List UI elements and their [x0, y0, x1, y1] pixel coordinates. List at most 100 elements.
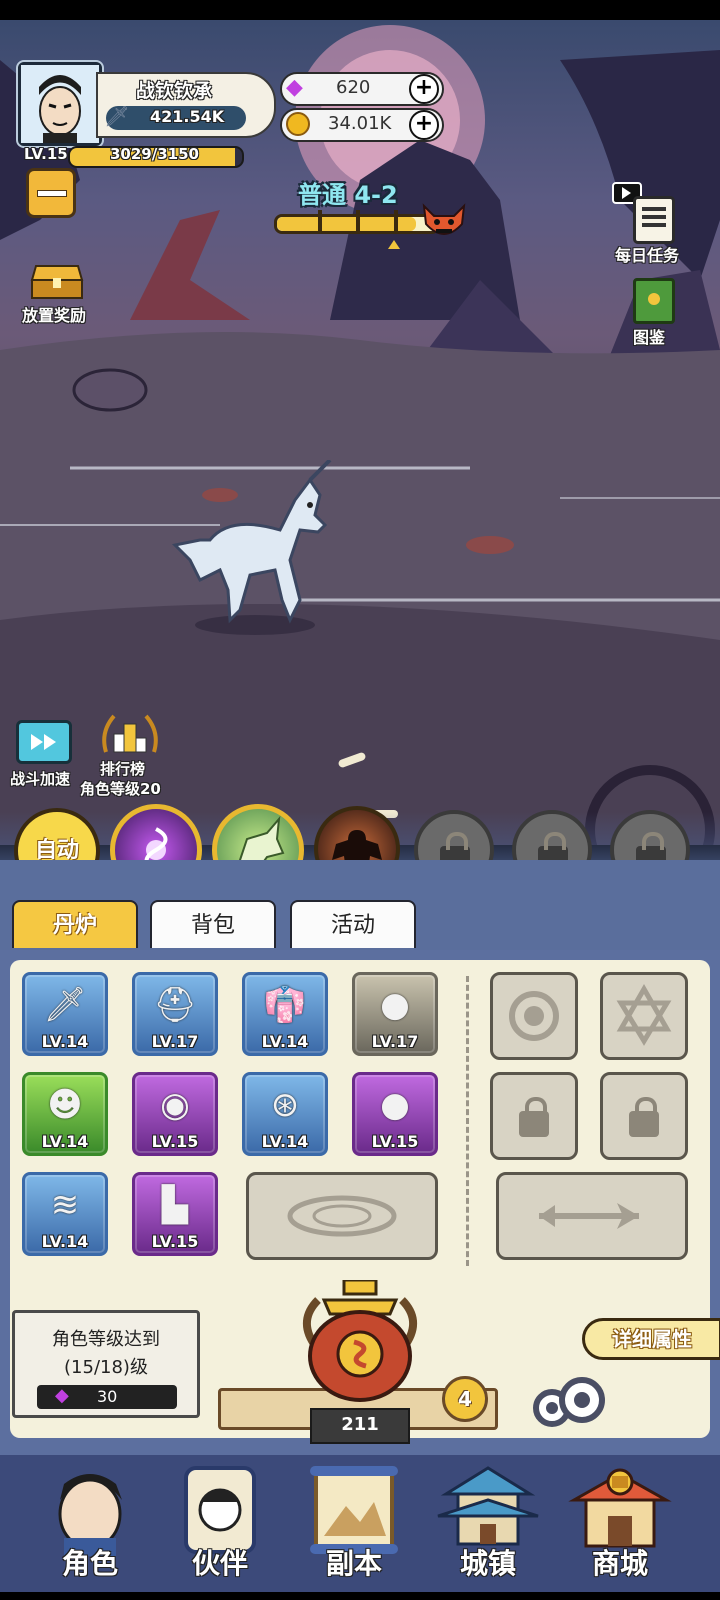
equipment-slot[interactable]: ⛑ LV.17 — [132, 972, 218, 1056]
nav-dungeon-label: 副本 — [325, 1547, 382, 1580]
equipment-level: LV.14 — [261, 1132, 309, 1151]
monster-pet-icon: ☻ — [47, 1085, 83, 1125]
nav-dungeon[interactable]: 副本 — [294, 1460, 414, 1590]
player-face-icon — [21, 65, 99, 143]
wave-marker-2 — [356, 210, 360, 234]
nav-shop[interactable]: 商城 — [560, 1460, 680, 1590]
weapon-artifact-slot[interactable] — [496, 1172, 688, 1260]
add-gold-button[interactable]: + — [409, 110, 439, 140]
codex-book-icon — [633, 278, 675, 324]
gem-counter: ◆ 620 + — [280, 72, 444, 106]
ranking-button[interactable]: 排行榜 角色等级20 — [80, 712, 182, 802]
equipment-slot[interactable]: ● LV.17 — [352, 972, 438, 1056]
stage-label: 普通 4-2 — [298, 181, 398, 209]
nav-partner[interactable]: 伙伴 — [160, 1460, 280, 1590]
swirl-orb-icon: ◉ — [160, 1085, 190, 1125]
robe-icon: 👘 — [263, 985, 307, 1025]
fast-forward-icon — [16, 720, 72, 764]
lock-icon — [519, 1097, 549, 1137]
player-name: 战钦钦承 — [136, 80, 213, 102]
helmet-icon: ⛑ — [153, 985, 197, 1025]
equipment-level: LV.14 — [41, 1232, 89, 1251]
idle-reward-label: 放置奖励 — [22, 306, 87, 325]
detail-attributes-button[interactable]: 详细属性 — [582, 1318, 720, 1360]
player-level: LV.15 — [24, 145, 68, 163]
grid-divider — [466, 976, 469, 1266]
amulet-icon: ⊛ — [270, 1085, 300, 1125]
boss-demon-icon — [422, 203, 466, 235]
magic-circle-icon — [287, 1195, 397, 1237]
player-avatar[interactable] — [18, 62, 102, 146]
daily-tasks-label: 每日任务 — [615, 246, 680, 265]
equipment-slot[interactable]: ≋ LV.14 — [22, 1172, 108, 1256]
ranking-requirement: 角色等级20 — [80, 780, 161, 798]
equipment-level: LV.17 — [371, 1032, 419, 1051]
settings-gears-icon[interactable] — [526, 1374, 610, 1432]
locked-slot-2[interactable] — [600, 1072, 688, 1160]
nav-town-label: 城镇 — [459, 1547, 516, 1580]
collapse-button[interactable] — [26, 168, 76, 218]
tab-furnace[interactable]: 丹炉 — [12, 900, 138, 948]
equipment-slot[interactable]: 🗡 LV.14 — [22, 972, 108, 1056]
equipment-level: LV.15 — [151, 1132, 199, 1151]
player-name-panel: 战钦钦承 🗡 421.54K — [96, 72, 276, 138]
battle-speed-button[interactable]: 战斗加速 — [10, 720, 82, 788]
player-power: 421.54K — [150, 107, 225, 126]
accessory-slot-ring[interactable] — [490, 972, 578, 1060]
wave-marker-3 — [394, 210, 398, 234]
accessory-slot-star[interactable] — [600, 972, 688, 1060]
sword-icon: 🗡 — [43, 985, 87, 1025]
gold-coin-icon — [286, 112, 310, 136]
gold-amount: 34.01K — [328, 113, 392, 134]
equipment-level: LV.14 — [41, 1032, 89, 1051]
fire-orb-icon: ● — [380, 1085, 410, 1125]
lock-icon — [629, 1097, 659, 1137]
belt-icon: ≋ — [50, 1185, 80, 1225]
daily-tasks-button[interactable]: 每日任务 — [615, 196, 705, 266]
hexagram-icon — [616, 983, 672, 1046]
gem-icon: ◆ — [55, 1385, 69, 1406]
equipment-slot[interactable]: ⊛ LV.14 — [242, 1072, 328, 1156]
trident-spear-icon — [539, 1203, 639, 1229]
furnace-count: 211 — [310, 1408, 410, 1444]
furnace-level-badge: 4 — [442, 1376, 488, 1422]
tab-bag[interactable]: 背包 — [150, 900, 276, 948]
exp-text: 3029/3150 — [110, 145, 199, 163]
idle-reward-button[interactable]: 放置奖励 — [20, 258, 94, 328]
wave-marker-1 — [318, 210, 322, 234]
equipment-level: LV.15 — [151, 1232, 199, 1251]
gem-cost: 30 — [97, 1387, 118, 1406]
podium-laurel-icon — [102, 714, 158, 753]
ring-outline-icon — [509, 991, 559, 1041]
equipment-slot[interactable]: ▙ LV.15 — [132, 1172, 218, 1256]
skull-coin-icon: ● — [380, 985, 410, 1025]
equipment-slot[interactable]: ● LV.15 — [352, 1072, 438, 1156]
gem-amount: 620 — [336, 77, 371, 98]
alchemy-furnace-icon[interactable] — [278, 1280, 442, 1410]
codex-label: 图鉴 — [633, 328, 666, 347]
nav-character[interactable]: 角色 — [30, 1460, 150, 1590]
equipment-slot[interactable]: 👘 LV.14 — [242, 972, 328, 1056]
treasure-chest-icon — [30, 265, 84, 299]
codex-button[interactable]: 图鉴 — [625, 278, 685, 348]
nav-town[interactable]: 城镇 — [428, 1460, 548, 1590]
tab-activity[interactable]: 活动 — [290, 900, 416, 948]
nav-shop-label: 商城 — [591, 1547, 648, 1580]
equipment-slot[interactable]: ◉ LV.15 — [132, 1072, 218, 1156]
equipment-level: LV.17 — [151, 1032, 199, 1051]
gold-counter: 34.01K + — [280, 108, 444, 142]
equipment-level: LV.14 — [41, 1132, 89, 1151]
locked-slot-1[interactable] — [490, 1072, 578, 1160]
minus-icon — [37, 190, 67, 197]
battle-speed-label: 战斗加速 — [10, 770, 71, 788]
add-gems-button[interactable]: + — [409, 74, 439, 104]
bottom-edge — [0, 1592, 720, 1600]
gem-cost-bar: ◆ 30 — [37, 1385, 177, 1409]
nav-partner-label: 伙伴 — [191, 1547, 248, 1580]
unlock-text-line1: 角色等级达到 — [52, 1329, 160, 1350]
formation-slot[interactable] — [246, 1172, 438, 1260]
unlock-requirement-card: 角色等级达到 (15/18)级 ◆ 30 — [12, 1310, 200, 1418]
equipment-slot[interactable]: ☻ LV.14 — [22, 1072, 108, 1156]
nav-character-label: 角色 — [61, 1547, 118, 1580]
equipment-level: LV.14 — [261, 1032, 309, 1051]
